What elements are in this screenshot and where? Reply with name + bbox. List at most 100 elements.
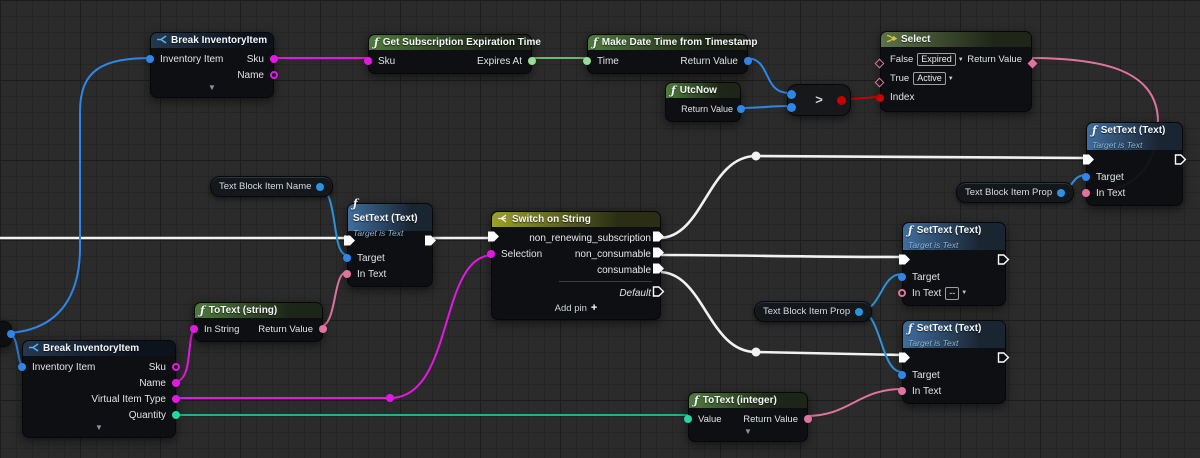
node-totext-string[interactable]: ƒ ToText (string) In String Return Value xyxy=(194,302,323,342)
exec-case-pin[interactable] xyxy=(652,231,665,246)
in-text-value-field[interactable]: -- ▼ xyxy=(945,287,967,300)
node-settext-quantity[interactable]: ƒ SetText (Text) Target is Text Target I… xyxy=(902,320,1006,404)
node-settext-status[interactable]: ƒ SetText (Text) Target is Text Target I… xyxy=(1086,122,1183,206)
pin-inventory-item[interactable] xyxy=(18,363,26,371)
exec-in-pin[interactable] xyxy=(898,352,911,367)
pin-result[interactable] xyxy=(837,96,846,105)
node-switch-on-string[interactable]: Switch on String non_renewing_subscripti… xyxy=(491,211,661,320)
pin-in-string[interactable] xyxy=(190,325,198,333)
function-icon: ƒ xyxy=(593,38,598,48)
exec-case-pin[interactable] xyxy=(652,263,665,278)
pin-index[interactable] xyxy=(876,94,884,102)
pin-target[interactable] xyxy=(898,371,906,379)
pin-target[interactable] xyxy=(898,273,906,281)
exec-in-pin[interactable] xyxy=(343,235,356,250)
pin-sku[interactable] xyxy=(172,363,180,371)
pin-output[interactable] xyxy=(7,330,15,338)
node-break-inventoryitem-top[interactable]: Break InventoryItem Inventory Item Sku N… xyxy=(150,32,274,98)
pin-output[interactable] xyxy=(1057,189,1065,197)
pin-true[interactable] xyxy=(875,77,885,87)
pin-name[interactable] xyxy=(172,379,180,387)
node-select[interactable]: Select False Expired ▼ Return Value True xyxy=(880,31,1032,112)
reroute-node[interactable] xyxy=(752,152,761,161)
node-title: SetText (Text) xyxy=(917,323,982,335)
pin-return-value[interactable] xyxy=(1028,58,1038,68)
pin-in-text[interactable] xyxy=(898,289,906,297)
reroute-node[interactable] xyxy=(386,394,394,402)
false-value-dropdown[interactable]: Expired ▼ xyxy=(917,53,963,66)
pin-false[interactable] xyxy=(875,58,885,68)
getter-text-block-item-prop-2[interactable]: Text Block Item Prop xyxy=(956,182,1074,203)
add-pin-button[interactable]: Add pin + xyxy=(492,301,660,315)
exec-case-pin[interactable] xyxy=(652,247,665,262)
exec-in-pin[interactable] xyxy=(487,231,500,246)
node-break-inventoryitem-bottom[interactable]: Break InventoryItem Inventory Item Sku N… xyxy=(22,340,176,438)
reroute-node[interactable] xyxy=(752,348,761,357)
pin-virtual-item-type[interactable] xyxy=(172,395,180,403)
select-icon xyxy=(886,34,897,46)
exec-out-pin[interactable] xyxy=(1174,154,1187,169)
collapse-chevron-icon[interactable]: ▼ xyxy=(23,423,175,433)
case-label: non_consumable xyxy=(575,249,651,260)
node-get-subscription-expiration-time[interactable]: ƒ Get Subscription Expiration Time Sku E… xyxy=(368,34,532,74)
pin-output[interactable] xyxy=(316,183,324,191)
getter-text-block-item-prop-1[interactable]: Text Block Item Prop xyxy=(754,301,872,322)
collapse-chevron-icon[interactable]: ▼ xyxy=(151,83,273,93)
exec-out-pin[interactable] xyxy=(424,235,437,250)
pin-a[interactable] xyxy=(787,90,796,99)
pin-inventory-item[interactable] xyxy=(146,55,154,63)
pin-label: True xyxy=(890,73,909,84)
pin-b[interactable] xyxy=(787,103,796,112)
function-icon: ƒ xyxy=(908,324,913,334)
pin-expires-at[interactable] xyxy=(528,57,536,65)
node-settext-item-name[interactable]: ƒ SetText (Text) Target is Text Target I… xyxy=(347,203,433,287)
variable-label: Text Block Item Name xyxy=(219,181,311,192)
pin-target[interactable] xyxy=(1082,173,1090,181)
pin-value[interactable] xyxy=(684,415,692,423)
graph-canvas[interactable]: Break InventoryItem Inventory Item Sku N… xyxy=(0,0,1200,458)
pin-return-value[interactable] xyxy=(737,105,745,113)
pin-selection[interactable] xyxy=(487,250,495,258)
node-title: Break InventoryItem xyxy=(43,343,139,355)
chevron-down-icon: ▼ xyxy=(958,57,964,63)
exec-out-pin[interactable] xyxy=(997,254,1010,269)
node-greater-than[interactable]: > xyxy=(787,84,851,116)
wire-text-totextint-settextqty xyxy=(806,389,902,416)
pin-label: Sku xyxy=(149,362,166,373)
collapse-chevron-icon[interactable]: ▼ xyxy=(689,427,807,437)
pin-time[interactable] xyxy=(583,57,591,65)
node-settext-item-prop[interactable]: ƒ SetText (Text) Target is Text Target I… xyxy=(902,222,1006,306)
getter-text-block-item-name[interactable]: Text Block Item Name xyxy=(210,176,333,197)
clipped-node[interactable] xyxy=(0,321,12,347)
pin-quantity[interactable] xyxy=(172,411,180,419)
pin-sku[interactable] xyxy=(364,57,372,65)
true-value-dropdown[interactable]: Active ▼ xyxy=(913,72,953,85)
pin-in-text[interactable] xyxy=(1082,189,1090,197)
node-title: ToText (integer) xyxy=(703,395,777,407)
node-totext-integer[interactable]: ƒ ToText (integer) Value Return Value ▼ xyxy=(688,392,808,442)
pin-output[interactable] xyxy=(855,308,863,316)
pin-return-value[interactable] xyxy=(319,325,327,333)
node-title: SetText (Text) xyxy=(353,213,418,225)
node-subtitle: Target is Text xyxy=(908,339,999,348)
pin-in-text[interactable] xyxy=(343,270,351,278)
exec-in-pin[interactable] xyxy=(1082,154,1095,169)
pin-sku[interactable] xyxy=(270,55,278,63)
pin-label: In Text xyxy=(357,269,386,280)
plus-icon: + xyxy=(591,302,597,314)
pin-in-text[interactable] xyxy=(898,387,906,395)
pin-target[interactable] xyxy=(343,254,351,262)
pin-label: Inventory Item xyxy=(32,362,95,373)
pin-label: Expires At xyxy=(477,56,522,67)
node-title: Switch on String xyxy=(512,214,591,226)
exec-in-pin[interactable] xyxy=(898,254,911,269)
node-make-datetime-from-timestamp[interactable]: ƒ Make Date Time from Timestamp Time Ret… xyxy=(587,34,748,74)
pin-return-value[interactable] xyxy=(744,57,752,65)
break-struct-icon xyxy=(156,35,167,47)
exec-default-pin[interactable] xyxy=(652,286,665,301)
node-utcnow[interactable]: ƒ UtcNow Return Value xyxy=(665,82,741,122)
pin-name[interactable] xyxy=(270,71,278,79)
exec-out-pin[interactable] xyxy=(997,352,1010,367)
pin-return-value[interactable] xyxy=(804,415,812,423)
node-title: Get Subscription Expiration Time xyxy=(383,37,541,49)
